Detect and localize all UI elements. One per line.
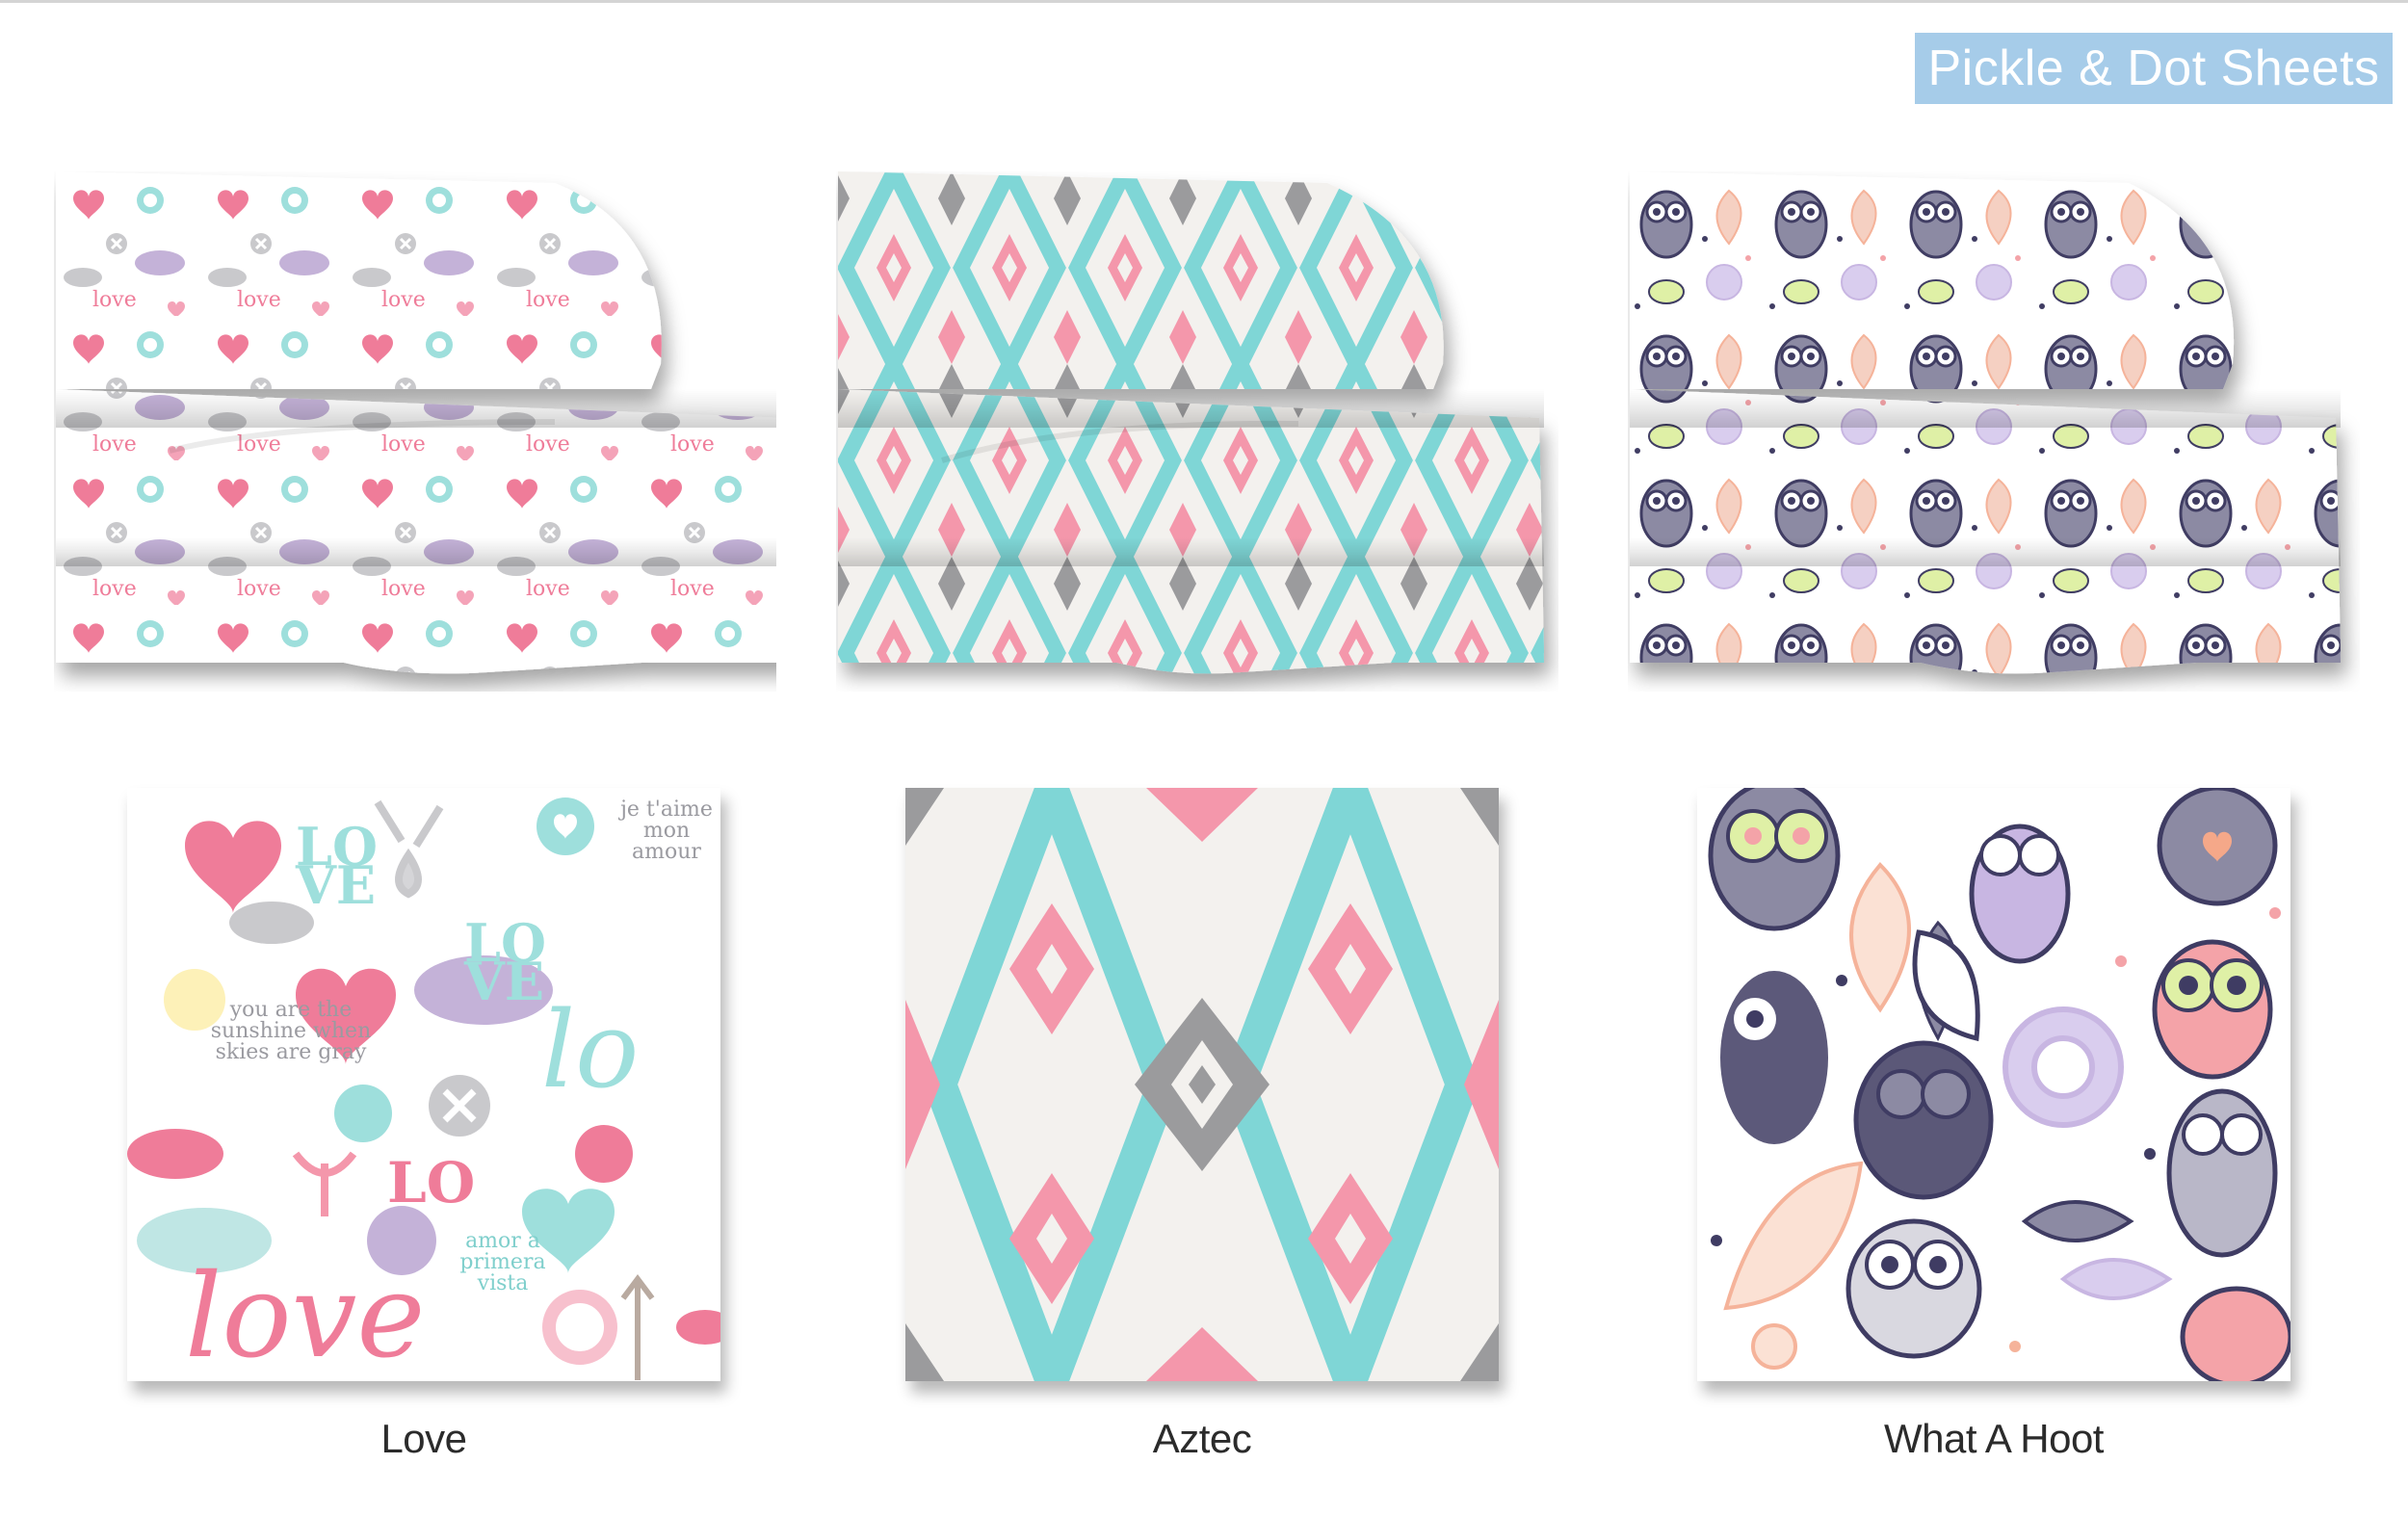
love-swatch-text-3: amor a primera vista [459,1229,546,1295]
aztec-pattern-swatch [905,788,1499,1381]
love-sheet-set-photo [54,171,776,692]
aztec-caption: Aztec [1152,1416,1252,1461]
love-swatch-text-1: je t'aime mon amour [620,797,713,864]
svg-text:VE: VE [463,951,544,1012]
svg-text:lo: lo [541,988,639,1111]
page-title: Pickle & Dot Sheets [1927,40,2380,96]
what-a-hoot-sheet-set-photo [1628,171,2360,692]
svg-text:LO: LO [387,1150,475,1215]
what-a-hoot-caption: What A Hoot [1884,1416,2104,1461]
page-title-badge: Pickle & Dot Sheets [1915,33,2393,104]
top-divider [0,0,2408,3]
aztec-sheet-set-photo [836,171,1558,692]
svg-text:love: love [185,1250,425,1381]
love-pattern-swatch: LO VE LO VE lo LO love je t'aime mon amo… [127,788,720,1381]
love-caption: Love [380,1416,467,1461]
what-a-hoot-pattern-swatch [1697,788,2290,1381]
love-swatch-text-2: you are the sunshine when skies are gray [210,998,372,1064]
svg-text:VE: VE [295,854,376,916]
